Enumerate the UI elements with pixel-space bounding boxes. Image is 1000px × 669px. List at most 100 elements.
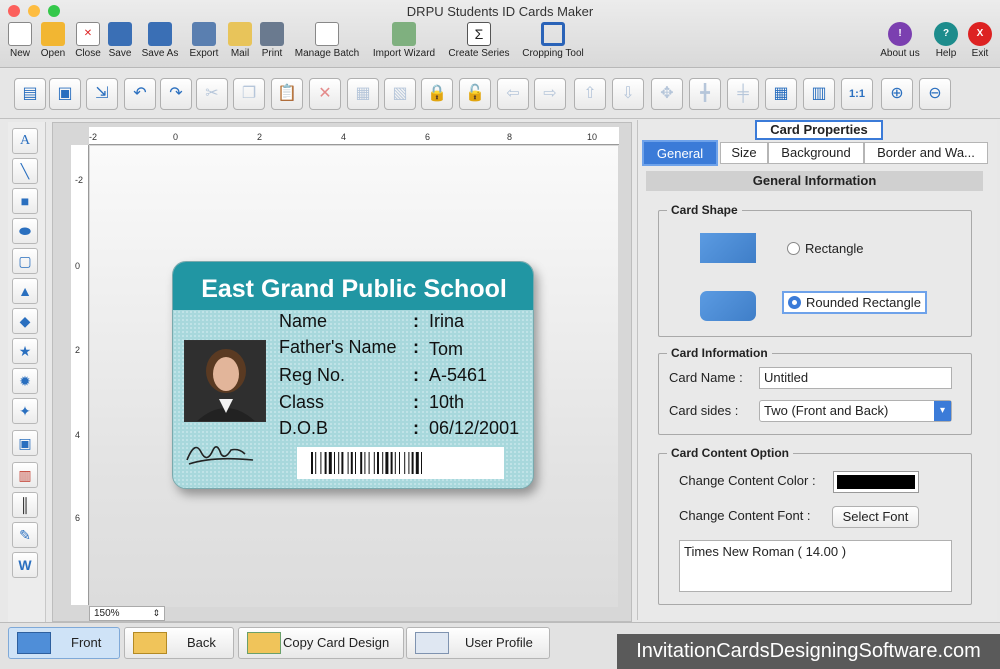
library-tool-icon[interactable]: ▥ [12,462,38,488]
card-name-input[interactable]: Untitled [759,367,952,389]
card-shape-group: Card Shape Rectangle Rounded Rectangle [658,203,972,337]
unlock-icon[interactable]: 🔓 [459,78,491,110]
cut-icon[interactable]: ✂ [196,78,228,110]
field-colon: : [413,392,419,412]
actual-size-icon[interactable]: 1:1 [841,78,873,110]
burst-tool-icon[interactable]: ✹ [12,368,38,394]
create-series-button[interactable]: Σ Create Series [445,22,513,66]
radio-selected-icon [788,296,801,309]
barcode[interactable] [297,447,504,479]
signature-image[interactable] [183,430,255,470]
select-font-button[interactable]: Select Font [832,506,919,528]
zoom-in-icon[interactable]: ⊕ [881,78,913,110]
exit-button[interactable]: X Exit [964,22,996,66]
barcode-bar [315,452,317,474]
field-label[interactable]: Class [279,392,324,413]
barcode-tool-icon[interactable]: ║ [12,492,38,518]
tab-border-watermark[interactable]: Border and Wa... [864,142,988,164]
open-button[interactable]: Open [38,22,68,66]
lock-icon[interactable]: 🔒 [421,78,453,110]
zoom-out-icon[interactable]: ⊖ [919,78,951,110]
school-name[interactable]: East Grand Public School [173,262,533,310]
text-tool-icon[interactable]: A [12,128,38,154]
user-profile-icon [415,632,449,654]
arrow-up-icon[interactable]: ⇧ [574,78,606,110]
diamond-tool-icon[interactable]: ◆ [12,308,38,334]
bring-front-icon[interactable]: ▦ [347,78,379,110]
cropping-tool-button[interactable]: Cropping Tool [518,22,588,66]
align-horizontal-icon[interactable]: ╪ [727,78,759,110]
field-value[interactable]: A-5461 [429,365,487,386]
help-button[interactable]: ? Help [930,22,962,66]
zoom-select[interactable]: 150% ⇕ [89,606,165,621]
redo-icon[interactable]: ↷ [160,78,192,110]
signature-tool-icon[interactable]: ✎ [12,522,38,548]
field-value[interactable]: 10th [429,392,464,413]
content-color-swatch[interactable] [833,471,919,493]
save-button[interactable]: Save [106,22,134,66]
new-button[interactable]: New [6,22,34,66]
copy-icon[interactable]: ❐ [233,78,265,110]
arrow-right-icon[interactable]: ⇨ [534,78,566,110]
grid-icon[interactable]: ▦ [765,78,797,110]
paste-icon[interactable]: 📋 [271,78,303,110]
field-label[interactable]: Name [279,311,327,332]
field-value[interactable]: 06/12/2001 [429,418,519,439]
back-button[interactable]: Back [124,627,234,659]
card-properties-panel: Card Properties General Size Background … [637,120,997,620]
rounded-rectangle-preview[interactable] [700,291,756,321]
arrow-left-icon[interactable]: ⇦ [497,78,529,110]
field-label[interactable]: Father's Name [279,337,396,358]
ruler-icon[interactable]: ▥ [803,78,835,110]
font-display-field: Times New Roman ( 14.00 ) [679,540,952,592]
rounded-rectangle-radio[interactable]: Rounded Rectangle [782,291,927,314]
properties-icon[interactable]: ▤ [14,78,46,110]
line-tool-icon[interactable]: ╲ [12,158,38,184]
import-wizard-button[interactable]: Import Wizard [368,22,440,66]
front-button[interactable]: Front [8,627,120,659]
field-value[interactable]: Tom [429,339,463,360]
image-icon[interactable]: ▣ [49,78,81,110]
send-back-icon[interactable]: ▧ [384,78,416,110]
center-icon[interactable]: ✥ [651,78,683,110]
rounded-rect-tool-icon[interactable]: ▢ [12,248,38,274]
ellipse-tool-icon[interactable]: ⬬ [12,218,38,244]
radio-icon [787,242,800,255]
align-vertical-icon[interactable]: ╋ [689,78,721,110]
student-photo[interactable] [184,340,266,422]
export-button[interactable]: Export [186,22,222,66]
picture-tool-icon[interactable]: ▣ [12,430,38,456]
barcode-bar [350,452,353,474]
rectangle-radio[interactable]: Rectangle [787,241,864,256]
print-button[interactable]: Print [258,22,286,66]
field-label[interactable]: Reg No. [279,365,345,386]
star-tool-icon[interactable]: ★ [12,338,38,364]
delete-icon[interactable]: ✕ [309,78,341,110]
id-card[interactable]: East Grand Public School Name : Irina Fa… [172,261,534,489]
save-as-button[interactable]: Save As [138,22,182,66]
undo-icon[interactable]: ↶ [124,78,156,110]
mail-button[interactable]: Mail [226,22,254,66]
tab-general[interactable]: General [642,140,718,166]
field-label[interactable]: D.O.B [279,418,328,439]
rectangle-tool-icon[interactable]: ■ [12,188,38,214]
copy-card-design-button[interactable]: Copy Card Design [238,627,404,659]
about-us-button[interactable]: ! About us [876,22,924,66]
manage-batch-button[interactable]: Manage Batch [291,22,363,66]
triangle-tool-icon[interactable]: ▲ [12,278,38,304]
rectangle-preview[interactable] [700,233,756,263]
user-profile-button[interactable]: User Profile [406,627,550,659]
close-button[interactable]: ✕ Close [72,22,104,66]
info-icon: ! [888,22,912,46]
arrow-down-icon[interactable]: ⇩ [612,78,644,110]
card-sides-select[interactable]: Two (Front and Back) ▾ [759,400,952,422]
tab-size[interactable]: Size [720,142,768,164]
field-value[interactable]: Irina [429,311,464,332]
export-image-icon[interactable]: ⇲ [86,78,118,110]
watermark-tool-icon[interactable]: W [12,552,38,578]
sparkle-tool-icon[interactable]: ✦ [12,398,38,424]
stepper-icon: ⇕ [152,608,160,618]
tab-background[interactable]: Background [768,142,864,164]
field-colon: : [413,418,419,438]
sigma-icon: Σ [467,22,491,46]
